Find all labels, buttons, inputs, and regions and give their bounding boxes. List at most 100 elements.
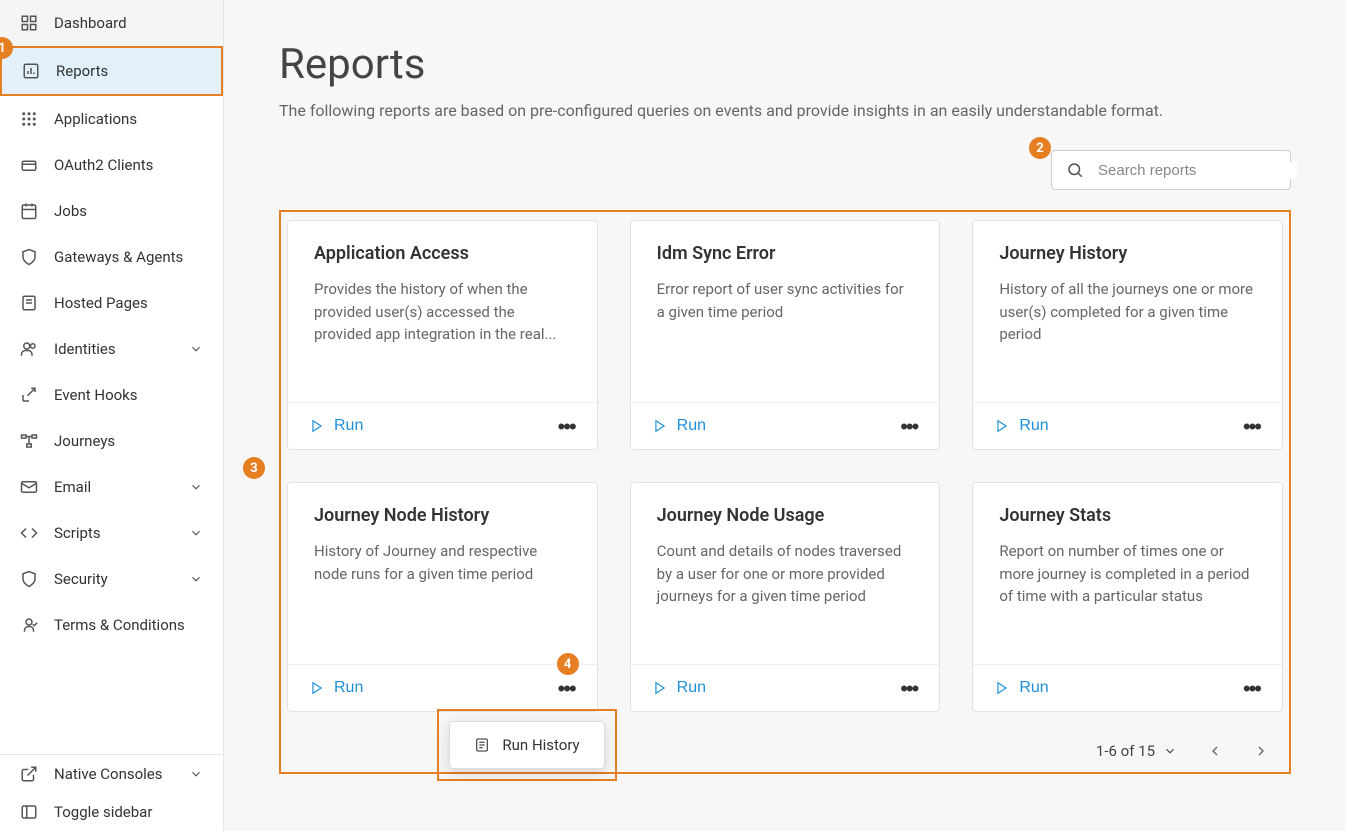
sidebar-item-dashboard[interactable]: Dashboard (0, 0, 223, 46)
sidebar-item-oauth2-clients[interactable]: OAuth2 Clients (0, 142, 223, 188)
sidebar-item-label: Scripts (54, 524, 173, 542)
run-label: Run (677, 679, 706, 697)
sidebar-item-email[interactable]: Email (0, 464, 223, 510)
annotation-4: 4 (557, 653, 579, 675)
sidebar-item-toggle-sidebar[interactable]: Toggle sidebar (0, 793, 223, 831)
card-desc: Error report of user sync activities for… (657, 278, 914, 323)
more-button[interactable]: ••• (900, 421, 917, 432)
reports-icon (22, 62, 40, 80)
email-icon (20, 478, 38, 496)
report-card-journey-stats: Journey Stats Report on number of times … (972, 482, 1283, 712)
main-content: Reports The following reports are based … (224, 0, 1346, 831)
chevron-down-icon (189, 572, 203, 586)
annotation-2: 2 (1029, 137, 1051, 159)
external-link-icon (20, 765, 38, 783)
popover-label: Run History (502, 736, 579, 754)
journeys-icon (20, 432, 38, 450)
sidebar-bottom-nav: Native Consoles Toggle sidebar (0, 754, 223, 831)
security-icon (20, 570, 38, 588)
run-button[interactable]: Run (310, 679, 363, 697)
sidebar-item-label: Gateways & Agents (54, 248, 203, 266)
sidebar-item-label: Email (54, 478, 173, 496)
search-input[interactable] (1098, 162, 1297, 179)
card-desc: History of all the journeys one or more … (999, 278, 1256, 346)
play-icon (310, 681, 324, 695)
play-icon (995, 419, 1009, 433)
card-title: Journey Node History (314, 505, 571, 526)
more-button[interactable]: ••• (558, 421, 575, 432)
sidebar-item-label: Reports (56, 62, 201, 80)
oauth2-icon (20, 156, 38, 174)
pagination-text: 1-6 of 15 (1096, 742, 1155, 760)
card-desc: Count and details of nodes traversed by … (657, 540, 914, 608)
more-button[interactable]: ••• (1243, 683, 1260, 694)
run-label: Run (1019, 679, 1048, 697)
report-card-journey-node-usage: Journey Node Usage Count and details of … (630, 482, 941, 712)
search-icon (1066, 161, 1084, 179)
sidebar-item-scripts[interactable]: Scripts (0, 510, 223, 556)
sidebar-item-security[interactable]: Security (0, 556, 223, 602)
sidebar: Dashboard 1 Reports Applications OAuth2 … (0, 0, 224, 831)
play-icon (653, 419, 667, 433)
run-label: Run (1019, 417, 1048, 435)
card-title: Idm Sync Error (657, 243, 914, 264)
run-label: Run (334, 417, 363, 435)
search-row: 2 (279, 150, 1291, 190)
card-desc: Provides the history of when the provide… (314, 278, 571, 346)
chevron-down-icon (189, 526, 203, 540)
sidebar-item-label: Terms & Conditions (54, 616, 203, 634)
card-desc: Report on number of times one or more jo… (999, 540, 1256, 608)
chevron-down-icon (1163, 744, 1177, 758)
pagination-info[interactable]: 1-6 of 15 (1096, 742, 1177, 760)
cards-grid: Application Access Provides the history … (287, 220, 1283, 712)
sidebar-item-event-hooks[interactable]: Event Hooks (0, 372, 223, 418)
card-title: Journey Node Usage (657, 505, 914, 526)
search-box[interactable] (1051, 150, 1291, 190)
run-button[interactable]: Run (995, 679, 1048, 697)
sidebar-item-jobs[interactable]: Jobs (0, 188, 223, 234)
sidebar-item-journeys[interactable]: Journeys (0, 418, 223, 464)
chevron-down-icon (189, 767, 203, 781)
more-button[interactable]: ••• (1243, 421, 1260, 432)
sidebar-item-label: Hosted Pages (54, 294, 203, 312)
pagination: 1-6 of 15 (1096, 742, 1269, 760)
card-title: Journey Stats (999, 505, 1256, 526)
sidebar-item-gateways[interactable]: Gateways & Agents (0, 234, 223, 280)
sidebar-item-identities[interactable]: Identities (0, 326, 223, 372)
sidebar-item-terms[interactable]: Terms & Conditions (0, 602, 223, 648)
pagination-prev[interactable] (1207, 743, 1223, 759)
pagination-next[interactable] (1253, 743, 1269, 759)
sidebar-item-label: Dashboard (54, 14, 203, 32)
sidebar-item-reports[interactable]: 1 Reports (0, 46, 223, 96)
run-button[interactable]: Run (653, 417, 706, 435)
list-icon (474, 737, 490, 753)
sidebar-item-hosted-pages[interactable]: Hosted Pages (0, 280, 223, 326)
card-desc: History of Journey and respective node r… (314, 540, 571, 585)
page-icon (20, 294, 38, 312)
run-label: Run (334, 679, 363, 697)
run-history-popover[interactable]: Run History (449, 721, 604, 769)
sidebar-item-native-consoles[interactable]: Native Consoles (0, 755, 223, 793)
sidebar-item-label: Event Hooks (54, 386, 203, 404)
chevron-down-icon (189, 480, 203, 494)
sidebar-item-applications[interactable]: Applications (0, 96, 223, 142)
sidebar-item-label: Applications (54, 110, 203, 128)
sidebar-item-label: Toggle sidebar (54, 803, 203, 821)
card-title: Journey History (999, 243, 1256, 264)
page-subtitle: The following reports are based on pre-c… (279, 101, 1291, 120)
report-card-journey-node-history: Journey Node History History of Journey … (287, 482, 598, 712)
code-icon (20, 524, 38, 542)
identities-icon (20, 340, 38, 358)
sidebar-item-label: Security (54, 570, 173, 588)
run-button[interactable]: Run (310, 417, 363, 435)
toggle-sidebar-icon (20, 803, 38, 821)
more-button[interactable]: ••• (558, 683, 575, 694)
page-title: Reports (279, 40, 1291, 89)
cards-container: 3 Application Access Provides the histor… (279, 210, 1291, 774)
run-button[interactable]: Run (653, 679, 706, 697)
sidebar-item-label: Native Consoles (54, 765, 173, 783)
run-button[interactable]: Run (995, 417, 1048, 435)
run-label: Run (677, 417, 706, 435)
play-icon (310, 419, 324, 433)
more-button[interactable]: ••• (900, 683, 917, 694)
